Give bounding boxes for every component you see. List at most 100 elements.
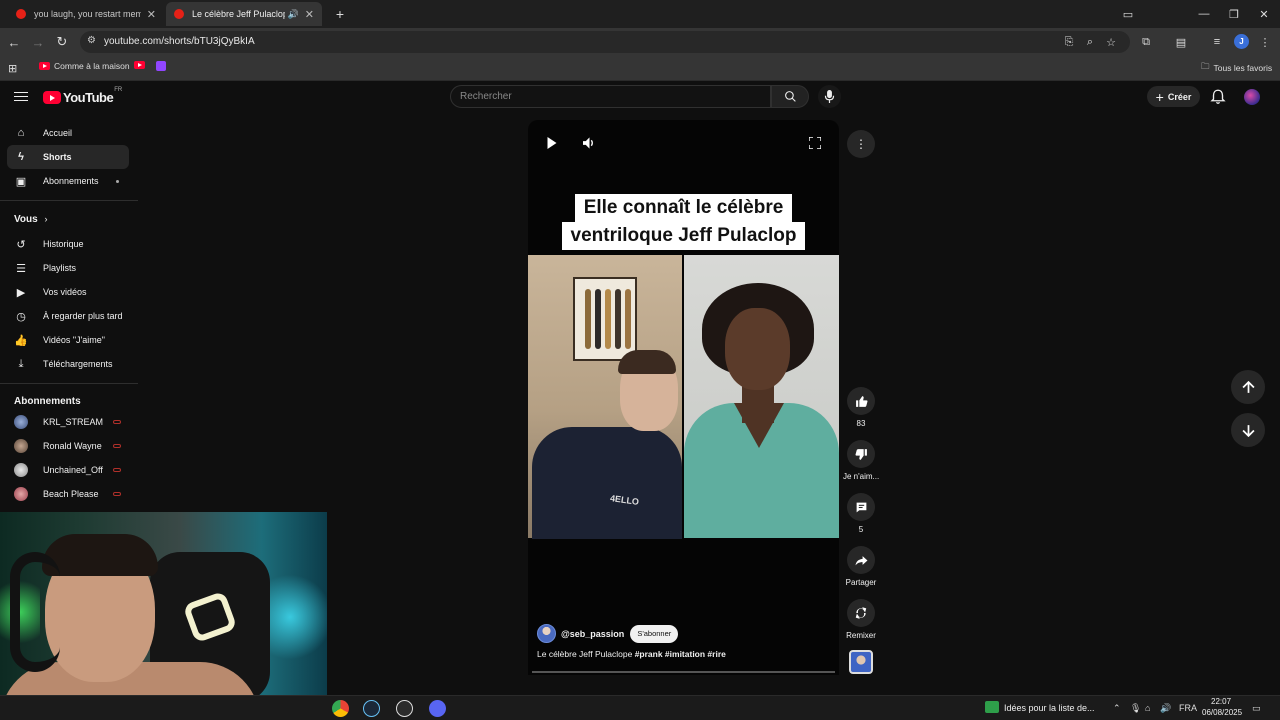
progress-bar[interactable] xyxy=(532,671,835,673)
kebab-menu-icon[interactable]: ⋮ xyxy=(1256,33,1274,51)
apps-grid-icon[interactable]: ⊞ xyxy=(8,62,17,75)
bookmark-item[interactable] xyxy=(156,61,166,71)
channel-avatar[interactable] xyxy=(537,624,556,643)
chrome-icon[interactable] xyxy=(332,700,349,717)
site-info-icon[interactable]: ⚙ xyxy=(87,35,96,46)
like-circle[interactable] xyxy=(847,387,875,415)
notification-center-icon[interactable]: ▭ xyxy=(1252,703,1261,714)
search-button[interactable] xyxy=(771,85,809,108)
live-indicator-icon xyxy=(113,444,121,448)
close-icon[interactable]: ✕ xyxy=(147,8,156,21)
tab-search-icon[interactable]: ▭ xyxy=(1112,0,1144,28)
shorts-player[interactable]: Elle connaît le célèbre ventriloque Jeff… xyxy=(528,120,839,675)
subscription-item[interactable]: KRL_STREAM xyxy=(7,410,129,434)
hashtags[interactable]: #prank #imitation #rire xyxy=(635,649,726,659)
comments-circle[interactable] xyxy=(847,493,875,521)
close-icon[interactable]: ✕ xyxy=(305,8,314,21)
zoom-icon[interactable]: ⌕ xyxy=(1081,33,1099,51)
remix-button[interactable]: Remixer xyxy=(843,599,879,640)
create-button[interactable]: + Créer xyxy=(1147,86,1200,107)
dislike-button[interactable]: Je n'aim... xyxy=(843,440,879,481)
new-tab-button[interactable]: + xyxy=(324,0,356,28)
fullscreen-button[interactable] xyxy=(804,132,826,154)
live-indicator-icon xyxy=(113,468,121,472)
account-avatar[interactable] xyxy=(1244,89,1260,105)
voice-search-button[interactable] xyxy=(818,85,841,108)
clock-time[interactable]: 22:07 xyxy=(1211,697,1231,706)
speaker-icon[interactable]: 🔊 xyxy=(1160,703,1171,714)
bookmark-item[interactable] xyxy=(134,61,149,69)
reload-button[interactable]: ↻ xyxy=(52,32,72,52)
subscription-item[interactable]: Beach Please xyxy=(7,482,129,506)
windows-taskbar: Idées pour la liste de... ⌃ 🎙 ⌂ 🔊 FRA 22… xyxy=(0,695,1280,720)
you-heading[interactable]: Vous › xyxy=(14,214,48,225)
folder-icon: 🗀 xyxy=(1201,61,1210,71)
audio-source-thumbnail[interactable] xyxy=(849,650,873,674)
like-button[interactable]: 83 xyxy=(843,387,879,428)
comments-button[interactable]: 5 xyxy=(843,493,879,534)
subscription-item[interactable]: Ronald Wayne xyxy=(7,434,129,458)
sidebar-item-home[interactable]: ⌂ Accueil xyxy=(7,121,129,145)
notifications-bell-icon[interactable] xyxy=(1209,88,1227,106)
more-options-button[interactable]: ⋮ xyxy=(847,130,875,158)
sidebar-item-history[interactable]: ↺ Historique xyxy=(7,232,129,256)
speaker-icon[interactable]: 🔊 xyxy=(288,9,299,20)
address-bar[interactable]: ⚙ youtube.com/shorts/bTU3jQyBkIA xyxy=(80,31,1130,53)
search-box xyxy=(450,85,771,108)
youtube-icon xyxy=(43,91,61,104)
next-short-button[interactable] xyxy=(1231,413,1265,447)
sidebar-item-watch-later[interactable]: ◷ À regarder plus tard xyxy=(7,304,129,328)
microphone-icon[interactable]: 🎙 xyxy=(1130,703,1141,714)
bookmark-star-icon[interactable]: ☆ xyxy=(1102,33,1120,51)
shorts-icon: ϟ xyxy=(18,151,24,163)
language-indicator[interactable]: FRA xyxy=(1179,703,1197,713)
microphone-icon xyxy=(824,90,835,103)
subscription-item[interactable]: Unchained_Off xyxy=(7,458,129,482)
clock-date[interactable]: 06/08/2025 xyxy=(1202,708,1242,717)
forward-button[interactable]: → xyxy=(28,32,48,52)
sidebar-item-downloads[interactable]: ⤓ Téléchargements xyxy=(7,352,129,376)
discord-icon[interactable] xyxy=(429,700,446,717)
subscribe-button[interactable]: S'abonner xyxy=(630,624,679,643)
minimize-button[interactable]: — xyxy=(1188,0,1220,28)
sidebar-item-your-videos[interactable]: ▶ Vos vidéos xyxy=(7,280,129,304)
youtube-logo[interactable]: YouTube FR xyxy=(43,87,122,105)
video-frame-right xyxy=(684,255,839,538)
chevron-up-icon[interactable]: ⌃ xyxy=(1113,703,1121,714)
sidebar-item-shorts[interactable]: ϟ Shorts xyxy=(7,145,129,169)
extensions-icon[interactable]: ⧉ xyxy=(1137,33,1155,51)
tab-1[interactable]: you laugh, you restart meme - ✕ xyxy=(8,2,164,26)
share-button[interactable]: Partager xyxy=(843,546,879,587)
dislike-circle[interactable] xyxy=(847,440,875,468)
media-controls-icon[interactable]: ≡ xyxy=(1208,33,1226,51)
remix-circle[interactable] xyxy=(847,599,875,627)
play-button[interactable] xyxy=(540,132,562,154)
steam-icon[interactable] xyxy=(363,700,380,717)
bookmark-item[interactable]: Comme à la maison xyxy=(39,61,130,71)
previous-short-button[interactable] xyxy=(1231,370,1265,404)
sidebar-item-subscriptions[interactable]: ▣ Abonnements xyxy=(7,169,129,193)
channel-name[interactable]: @seb_passion xyxy=(561,629,624,639)
close-window-button[interactable]: ✕ xyxy=(1248,0,1280,28)
restore-button[interactable]: ❐ xyxy=(1218,0,1250,28)
all-bookmarks-button[interactable]: 🗀 Tous les favoris xyxy=(1201,61,1272,75)
wall-painting xyxy=(573,277,637,361)
obs-icon[interactable] xyxy=(396,700,413,717)
side-panel-icon[interactable]: ▤ xyxy=(1172,33,1190,51)
sidebar-item-playlists[interactable]: ☰ Playlists xyxy=(7,256,129,280)
search-icon xyxy=(784,91,796,102)
volume-button[interactable] xyxy=(578,132,600,154)
widget-icon[interactable] xyxy=(985,701,999,713)
install-app-icon[interactable]: ⎘ xyxy=(1060,33,1078,51)
share-circle[interactable] xyxy=(847,546,875,574)
search-input[interactable] xyxy=(460,91,760,102)
sidebar-item-liked-videos[interactable]: 👍 Vidéos "J'aime" xyxy=(7,328,129,352)
tab-2[interactable]: Le célèbre Jeff Pulaclope #p 🔊 ✕ xyxy=(166,2,322,26)
video-description[interactable]: Le célèbre Jeff Pulaclope #prank #imitat… xyxy=(537,649,726,659)
browser-profile-avatar[interactable]: J xyxy=(1234,34,1249,49)
hamburger-menu-icon[interactable] xyxy=(14,89,28,103)
back-button[interactable]: ← xyxy=(4,32,24,52)
widget-text[interactable]: Idées pour la liste de... xyxy=(1004,703,1095,713)
caption-line: ventriloque Jeff Pulaclop xyxy=(561,222,806,250)
network-icon[interactable]: ⌂ xyxy=(1145,703,1150,713)
